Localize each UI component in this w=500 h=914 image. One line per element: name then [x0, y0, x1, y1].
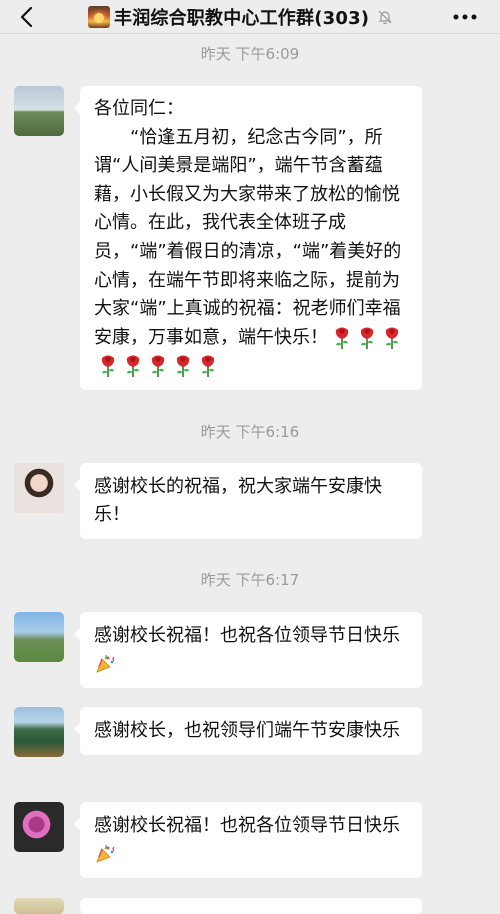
mountain-path-avatar[interactable] — [14, 612, 64, 662]
timestamp: 昨天 下午6:17 — [200, 571, 300, 589]
message-text: 感谢校长，也祝领导们端午节安康快乐 — [94, 720, 400, 741]
timestamp: 昨天 下午6:09 — [200, 45, 300, 63]
back-button[interactable] — [12, 3, 40, 31]
rose-icon — [176, 355, 190, 378]
woman-portrait-avatar[interactable] — [14, 463, 64, 513]
party-popper-icon — [96, 654, 115, 673]
message-bubble[interactable] — [80, 898, 422, 914]
message-bubble[interactable]: 感谢校长，也祝领导们端午节安康快乐 — [74, 707, 422, 755]
chat-title-area[interactable]: 丰润综合职教中心工作群(303) — [88, 0, 395, 34]
rose-icon — [101, 355, 115, 378]
rose-icon — [385, 327, 399, 349]
party-popper-icon — [96, 844, 115, 863]
message-bubble[interactable]: 感谢校长祝福！也祝各位领导节日快乐 — [74, 802, 422, 878]
rose-icon — [360, 327, 374, 349]
landscape-avatar[interactable] — [14, 86, 64, 136]
message-body-text: “恰逢五月初，纪念古今同”，所谓“人间美景是端阳”，端午节含蓄蕴藉，小长假又为大… — [94, 126, 402, 348]
bell-muted-icon — [375, 7, 395, 27]
message-salutation: 各位同仁： — [94, 98, 184, 119]
next-avatar[interactable] — [14, 898, 64, 914]
more-button[interactable] — [450, 4, 480, 30]
sunset-icon — [88, 6, 110, 28]
rose-icon — [126, 355, 140, 378]
rose-icon — [335, 327, 349, 349]
message-body: “恰逢五月初，纪念古今同”，所谓“人间美景是端阳”，端午节含蓄蕴藉，小长假又为大… — [94, 124, 406, 381]
chat-header: 丰润综合职教中心工作群(303) — [0, 0, 500, 34]
chevron-left-icon — [20, 6, 33, 28]
message-bubble[interactable]: 各位同仁： “恰逢五月初，纪念古今同”，所谓“人间美景是端阳”，端午节含蓄蕴藉，… — [74, 86, 422, 390]
message-text: 感谢校长祝福！也祝各位领导节日快乐 — [94, 625, 400, 646]
message-bubble[interactable]: 感谢校长的祝福，祝大家端午安康快乐！ — [74, 463, 422, 539]
message-bubble[interactable]: 感谢校长祝福！也祝各位领导节日快乐 — [74, 612, 422, 688]
rose-icon — [201, 355, 215, 378]
more-dots-icon — [453, 14, 477, 20]
chat-title: 丰润综合职教中心工作群(303) — [114, 8, 370, 29]
flower-avatar[interactable] — [14, 802, 64, 852]
message-text: 感谢校长的祝福，祝大家端午安康快乐！ — [94, 476, 382, 525]
rose-icon — [151, 355, 165, 378]
trees-avatar[interactable] — [14, 707, 64, 757]
message-text: 感谢校长祝福！也祝各位领导节日快乐 — [94, 815, 400, 836]
timestamp: 昨天 下午6:16 — [200, 423, 300, 441]
